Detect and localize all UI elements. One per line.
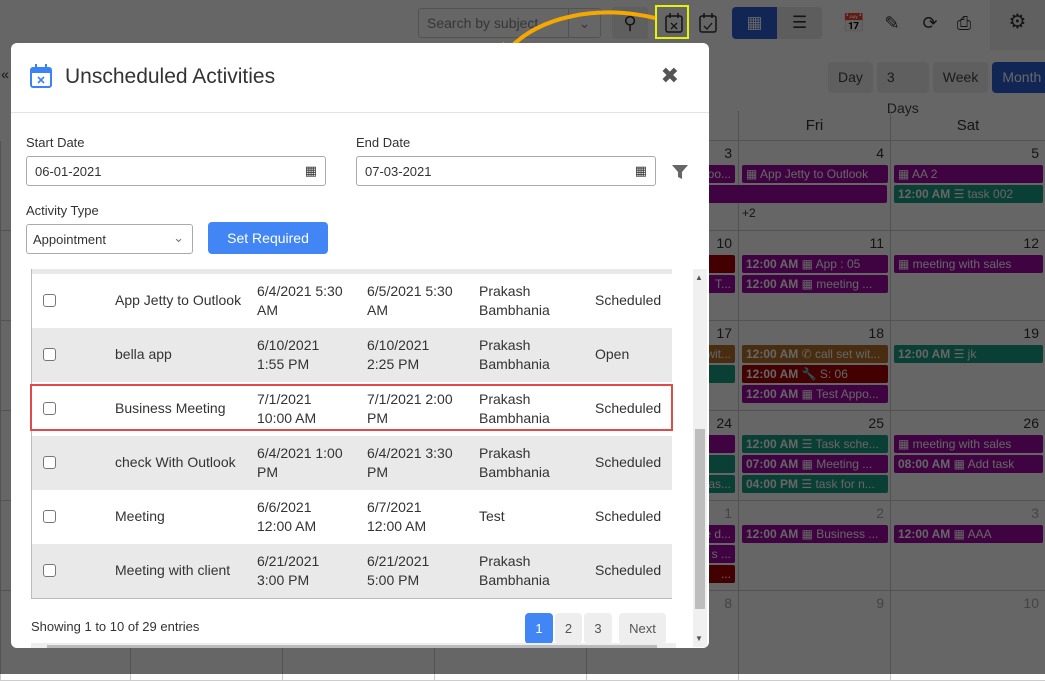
page-3-button[interactable]: 3	[584, 613, 612, 644]
activity-type-value: Appointment	[33, 232, 106, 247]
table-row[interactable]: check With Outlook 6/4/2021 1:00 PM 6/4/202…	[32, 436, 672, 490]
end-cell: 6/21/2021 5:00 PM	[367, 553, 430, 588]
horizontal-scrollbar[interactable]	[31, 643, 676, 648]
filter-icon[interactable]	[671, 163, 689, 181]
chevron-down-icon: ⌄	[173, 230, 184, 245]
start-date-label: Start Date	[26, 135, 85, 150]
subject-cell: check With Outlook	[115, 454, 236, 470]
page-2-button[interactable]: 2	[555, 613, 582, 644]
status-cell: Scheduled	[595, 508, 662, 524]
activity-type-label: Activity Type	[26, 203, 99, 218]
scrollbar-thumb[interactable]	[695, 429, 705, 609]
activity-type-select[interactable]: Appointment ⌄	[26, 224, 193, 254]
end-cell: 6/4/2021 3:30 PM	[367, 445, 453, 480]
highlight-unscheduled-button	[655, 5, 689, 39]
close-icon[interactable]: ✖	[661, 63, 679, 89]
owner-cell: Prakash Bambhania	[479, 283, 550, 318]
end-cell: 6/7/2021 12:00 AM	[367, 499, 427, 534]
table-row[interactable]: Meeting 6/6/2021 12:00 AM 6/7/2021 12:00 AM T…	[32, 490, 672, 544]
start-cell: 6/4/2021 5:30 AM	[257, 283, 343, 318]
table-row[interactable]: App Jetty to Outlook 6/4/2021 5:30 AM 6/5/2…	[32, 274, 672, 328]
table-row[interactable]: Meeting with client 6/21/2021 3:00 PM 6/21/…	[32, 544, 672, 598]
start-cell: 6/6/2021 12:00 AM	[257, 499, 317, 534]
subject-cell: bella app	[115, 346, 172, 362]
owner-cell: Prakash Bambhania	[479, 553, 550, 588]
unscheduled-calendar-icon	[30, 64, 52, 88]
modal-header: Unscheduled Activities ✖	[11, 43, 709, 113]
row-checkbox[interactable]	[43, 294, 56, 307]
table-row[interactable]: bella app 6/10/2021 1:55 PM 6/10/2021 2:25 P…	[32, 328, 672, 382]
owner-cell: Test	[479, 508, 505, 524]
row-checkbox[interactable]	[43, 510, 56, 523]
entries-info: Showing 1 to 10 of 29 entries	[31, 619, 200, 634]
next-page-button[interactable]: Next	[619, 613, 666, 644]
start-date-value: 06-01-2021	[35, 164, 102, 179]
status-cell: Open	[595, 346, 630, 362]
subject-cell: App Jetty to Outlook	[115, 292, 242, 308]
start-cell: 6/10/2021 1:55 PM	[257, 337, 320, 372]
page-1-button[interactable]: 1	[525, 613, 553, 644]
start-cell: 6/21/2021 3:00 PM	[257, 553, 320, 588]
status-cell: Scheduled	[595, 292, 662, 308]
row-checkbox[interactable]	[43, 456, 56, 469]
calendar-icon[interactable]: ▦	[635, 163, 647, 179]
row-checkbox[interactable]	[43, 348, 56, 361]
calendar-icon[interactable]: ▦	[305, 163, 317, 179]
modal-title: Unscheduled Activities	[65, 65, 276, 88]
end-cell: 6/5/2021 5:30 AM	[367, 283, 453, 318]
subject-cell: Meeting with client	[115, 562, 231, 578]
owner-cell: Prakash Bambhania	[479, 337, 550, 372]
row-checkbox[interactable]	[43, 564, 56, 577]
scroll-down-icon[interactable]: ▼	[695, 634, 703, 643]
hscroll-thumb[interactable]	[47, 645, 657, 648]
subject-cell: Meeting	[115, 508, 165, 524]
end-date-field[interactable]: 07-03-2021 ▦	[356, 156, 656, 186]
start-cell: 6/4/2021 1:00 PM	[257, 445, 343, 480]
owner-cell: Prakash Bambhania	[479, 445, 550, 480]
set-required-button[interactable]: Set Required	[208, 222, 328, 254]
end-cell: 6/10/2021 2:25 PM	[367, 337, 430, 372]
unscheduled-activities-modal: Unscheduled Activities ✖ Start Date 06-0…	[11, 43, 709, 648]
scroll-up-icon[interactable]: ▲	[695, 273, 703, 282]
start-date-field[interactable]: 06-01-2021 ▦	[26, 156, 326, 186]
highlighted-row-outline	[30, 384, 673, 431]
vertical-scrollbar[interactable]: ▲ ▼	[693, 269, 707, 647]
status-cell: Scheduled	[595, 562, 662, 578]
status-cell: Scheduled	[595, 454, 662, 470]
end-date-label: End Date	[356, 135, 411, 150]
end-date-value: 07-03-2021	[365, 164, 432, 179]
activities-table: App Jetty to Outlook 6/4/2021 5:30 AM 6/5/2…	[31, 269, 672, 599]
